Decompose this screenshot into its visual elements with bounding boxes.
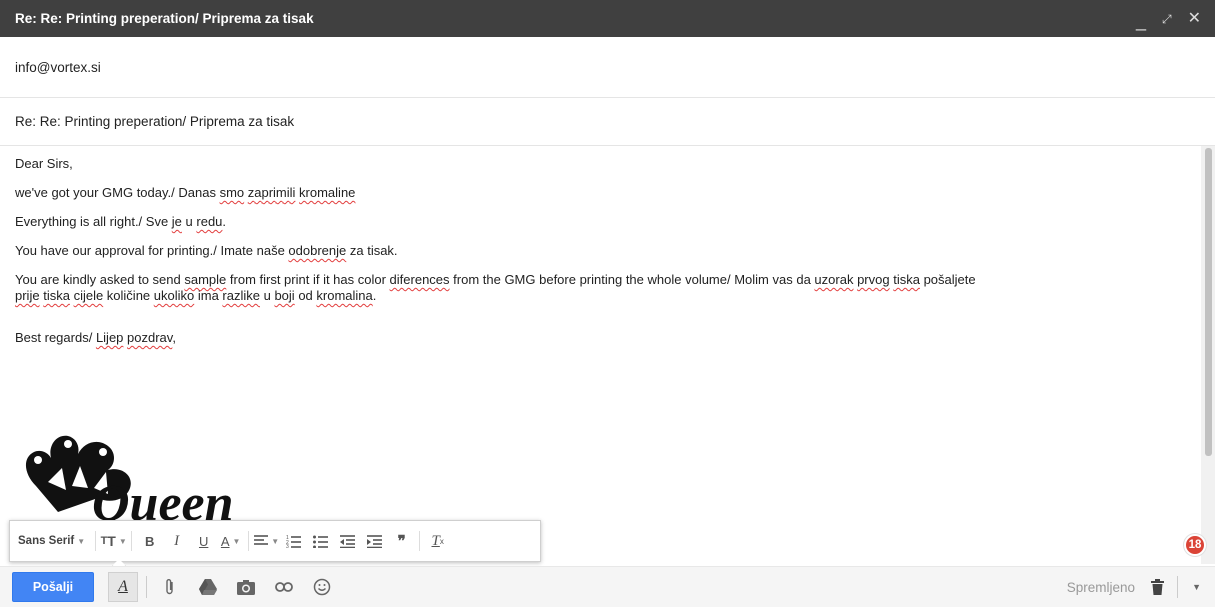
saved-status: Spremljeno xyxy=(1066,579,1136,595)
body-line-4: You are kindly asked to send sample from… xyxy=(15,272,976,303)
compose-bottom-bar: Pošalji A Spremljeno ▼ xyxy=(0,566,1215,607)
body-line-3: You have our approval for printing./ Ima… xyxy=(15,243,398,258)
body-closing: Best regards/ Lijep pozdrav, xyxy=(15,330,176,345)
remove-formatting-icon[interactable]: Tx xyxy=(424,528,451,554)
compose-title: Re: Re: Printing preperation/ Priprema z… xyxy=(15,11,314,26)
drive-icon[interactable] xyxy=(193,572,223,602)
formatting-toolbar: Sans Serif ▼ T T ▼ B I U A ▼ ▼ 123 ❞ Tx xyxy=(9,520,541,562)
send-button[interactable]: Pošalji xyxy=(12,572,94,602)
subject-text: Re: Re: Printing preperation/ Priprema z… xyxy=(15,114,295,129)
toolbar-divider xyxy=(1177,576,1179,598)
toolbar-divider xyxy=(419,531,421,551)
attach-icon[interactable] xyxy=(155,572,185,602)
body-line-1: we've got your GMG today./ Danas smo zap… xyxy=(15,185,356,200)
logo-wordmark: Queen xyxy=(92,475,234,526)
pop-out-icon[interactable]: ⤢ xyxy=(1162,13,1172,25)
more-options-icon[interactable]: ▼ xyxy=(1192,582,1201,592)
window-controls: _ ⤢ ✕ xyxy=(1136,8,1215,30)
toolbar-divider xyxy=(146,576,147,598)
text-size-icon[interactable]: T T ▼ xyxy=(100,528,127,554)
quote-icon[interactable]: ❞ xyxy=(388,528,415,554)
underline-button[interactable]: U xyxy=(190,528,217,554)
toolbar-divider xyxy=(248,531,250,551)
font-family-select[interactable]: Sans Serif ▼ xyxy=(18,535,91,547)
recipients-field[interactable]: info@vortex.si xyxy=(0,37,1215,98)
toolbar-divider xyxy=(131,531,133,551)
italic-button[interactable]: I xyxy=(163,528,190,554)
indent-less-icon[interactable] xyxy=(334,528,361,554)
close-icon[interactable]: ✕ xyxy=(1188,10,1201,27)
bulleted-list-icon[interactable] xyxy=(307,528,334,554)
subject-field[interactable]: Re: Re: Printing preperation/ Priprema z… xyxy=(0,98,1215,146)
bold-button[interactable]: B xyxy=(136,528,163,554)
align-icon[interactable]: ▼ xyxy=(253,528,280,554)
formatting-icon[interactable]: A xyxy=(108,572,138,602)
svg-text:3: 3 xyxy=(286,544,289,548)
compose-titlebar: Re: Re: Printing preperation/ Priprema z… xyxy=(0,0,1215,37)
numbered-list-icon[interactable]: 123 xyxy=(280,528,307,554)
scrollbar-thumb[interactable] xyxy=(1205,148,1212,456)
notification-badge[interactable]: 18 xyxy=(1184,534,1206,556)
indent-more-icon[interactable] xyxy=(361,528,388,554)
text-color-button[interactable]: A ▼ xyxy=(217,528,244,554)
photo-icon[interactable] xyxy=(231,572,261,602)
link-icon[interactable] xyxy=(269,572,299,602)
minimize-icon[interactable]: _ xyxy=(1136,12,1146,30)
body-greeting: Dear Sirs, xyxy=(15,156,73,171)
trash-icon[interactable] xyxy=(1147,577,1167,597)
body-scrollbar[interactable] xyxy=(1201,146,1215,564)
emoji-icon[interactable] xyxy=(307,572,337,602)
body-line-2: Everything is all right./ Sve je u redu. xyxy=(15,214,227,229)
signature-logo: Queen xyxy=(18,416,258,526)
recipient-chip[interactable]: info@vortex.si xyxy=(15,60,101,75)
bottom-right-group: Spremljeno ▼ xyxy=(1067,576,1215,598)
toolbar-divider xyxy=(95,531,97,551)
